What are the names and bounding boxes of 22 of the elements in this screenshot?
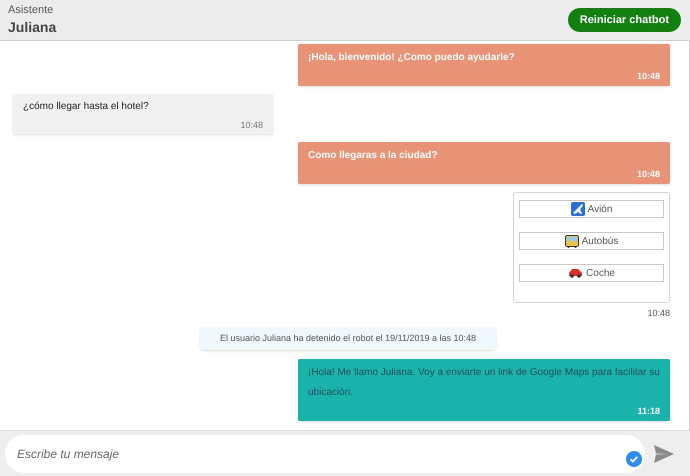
message-text: ¡Hola! Me llamo Juliana. Voy a enviarte un link de Google Maps para facilitar su ubicación. <box>308 366 660 400</box>
restart-button[interactable]: Reiniciar chatbot <box>568 8 681 32</box>
message-time: 11:18 <box>636 405 660 417</box>
option-button[interactable]: Coche <box>519 264 664 282</box>
system-notice: El usuario Juliana ha detenido el robot el 19/11/2019 a las 10:48 <box>200 327 496 350</box>
car-icon <box>568 268 584 278</box>
option-button[interactable]: Avión <box>519 200 664 218</box>
check-icon <box>626 450 642 466</box>
message-text: ¿cómo llegar hasta el hotel? <box>23 100 150 114</box>
bus-icon <box>564 234 579 248</box>
contact-name: Juliana <box>8 18 56 37</box>
message-field[interactable]: Escribe tu mensaje <box>5 434 645 472</box>
assistant-label: Asistente <box>8 3 54 17</box>
message-time: 10:48 <box>636 70 660 82</box>
message-time: 10:48 <box>239 119 263 131</box>
message-text: Como llegaras a la ciudad? <box>308 149 438 163</box>
option-button[interactable]: Autobús <box>519 232 664 250</box>
airplane-icon <box>570 202 585 216</box>
message-text: ¡Hola, bienvenido! ¿Como puedo ayudarle? <box>308 51 516 65</box>
message-time: 10:48 <box>647 307 670 319</box>
send-icon[interactable] <box>654 444 674 462</box>
message-time: 10:48 <box>636 168 660 180</box>
